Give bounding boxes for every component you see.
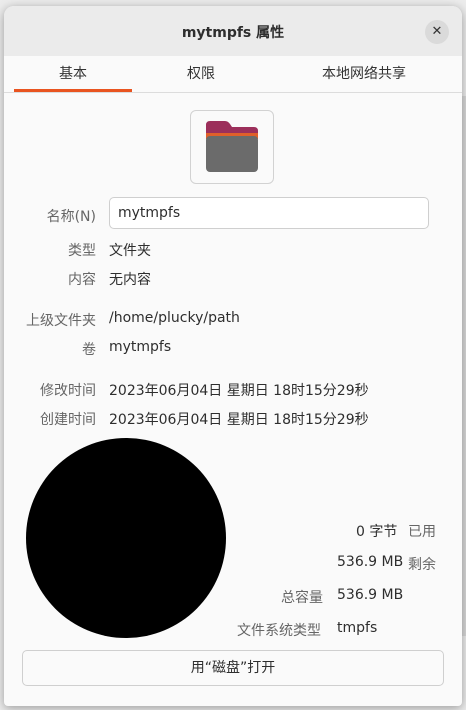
used-label: 已用: [408, 524, 436, 540]
created-value: 2023年06月04日 星期日 18时15分29秒: [109, 412, 369, 428]
free-value: 536.9 MB: [337, 554, 404, 570]
tab-permissions[interactable]: 权限: [142, 56, 260, 92]
modified-label: 修改时间: [40, 383, 96, 399]
capacity-label: 总容量: [281, 590, 323, 606]
type-value: 文件夹: [109, 243, 151, 259]
filesystem-type-label: 文件系统类型: [237, 623, 321, 639]
filesystem-type-value: tmpfs: [337, 620, 378, 636]
tab-bar: 基本 权限 本地网络共享: [4, 56, 462, 93]
folder-icon-button[interactable]: [190, 110, 274, 184]
used-value: 0 字节: [356, 524, 398, 540]
name-label: 名称(N): [46, 209, 96, 225]
folder-icon: [206, 121, 258, 172]
close-icon: ✕: [431, 24, 443, 39]
usage-pie-chart: [26, 438, 226, 638]
background-window-edge: [462, 96, 466, 636]
open-in-disks-button[interactable]: 用“磁盘”打开: [22, 650, 444, 686]
properties-dialog: mytmpfs 属性 ✕ 基本 权限 本地网络共享 名称(N) 类型 文件夹 内…: [4, 6, 462, 706]
created-label: 创建时间: [40, 412, 96, 428]
parent-folder-label: 上级文件夹: [26, 313, 96, 329]
volume-label: 卷: [82, 342, 96, 358]
free-label: 剩余: [408, 557, 436, 573]
tab-basic[interactable]: 基本: [14, 56, 132, 92]
contents-label: 内容: [68, 272, 96, 288]
modified-value: 2023年06月04日 星期日 18时15分29秒: [109, 383, 369, 399]
tab-local-network-share[interactable]: 本地网络共享: [274, 56, 454, 92]
title-bar: mytmpfs 属性 ✕: [4, 6, 462, 57]
name-input[interactable]: [109, 197, 429, 229]
dialog-title: mytmpfs 属性: [181, 25, 285, 41]
contents-value: 无内容: [109, 272, 151, 288]
parent-folder-value: /home/plucky/path: [109, 310, 240, 326]
capacity-value: 536.9 MB: [337, 587, 404, 603]
close-button[interactable]: ✕: [425, 20, 449, 44]
volume-value: mytmpfs: [109, 339, 172, 355]
type-label: 类型: [68, 243, 96, 259]
